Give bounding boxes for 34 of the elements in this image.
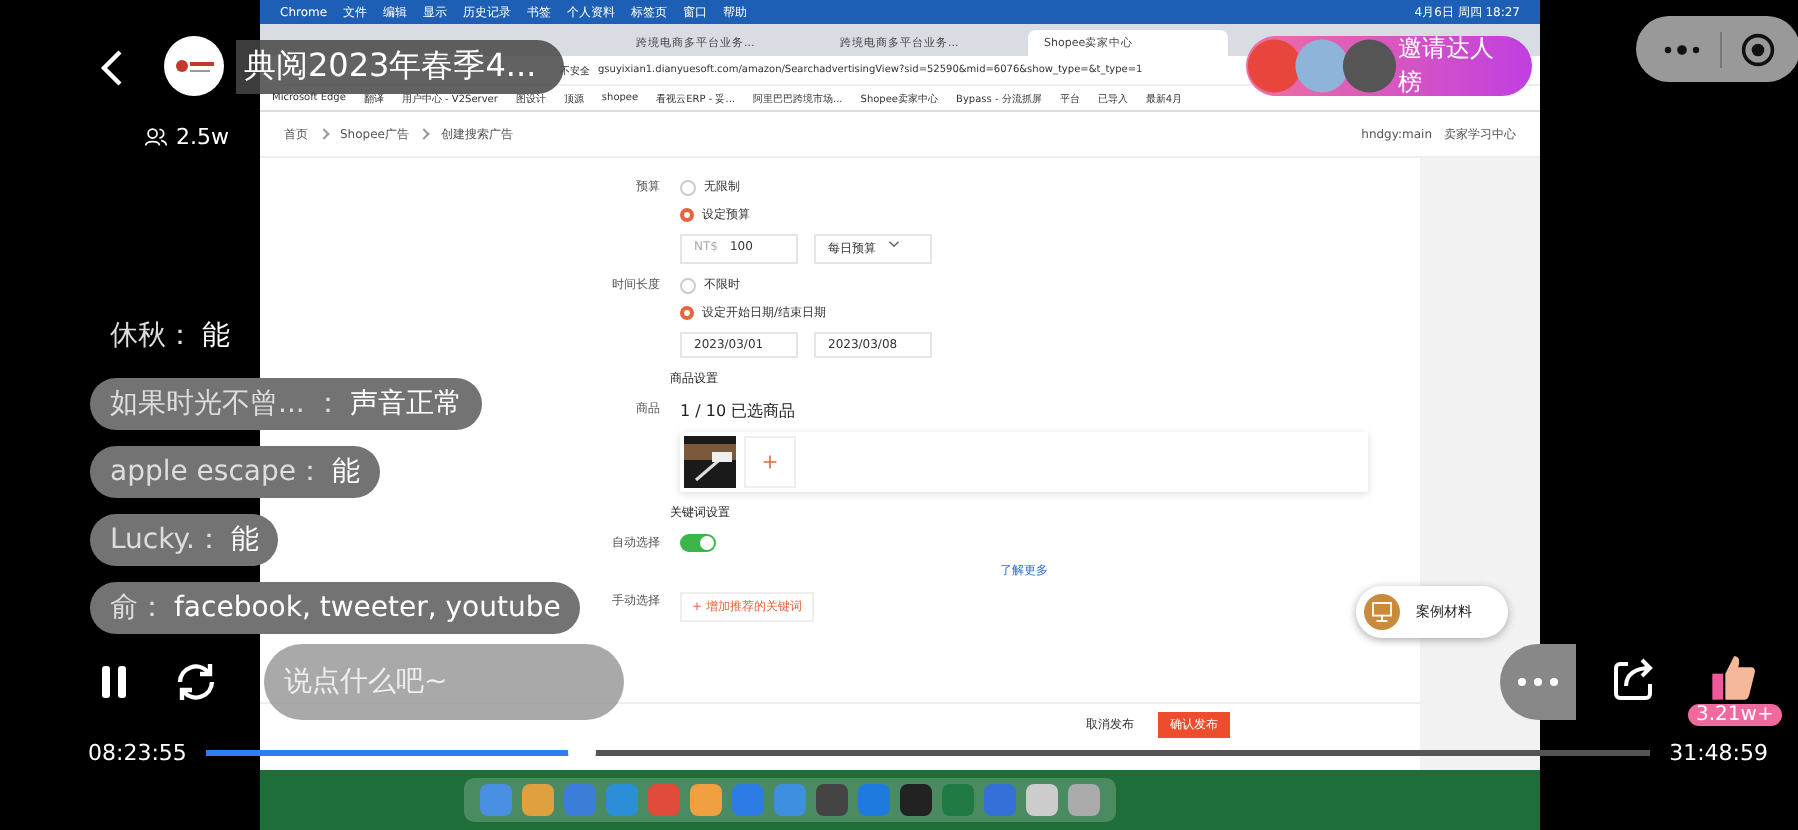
pause-icon[interactable] <box>100 664 128 700</box>
app-icon[interactable] <box>816 784 848 816</box>
viewer-count: 2.5w <box>176 124 229 150</box>
back-icon[interactable] <box>100 48 124 88</box>
chat-message: Lucky.： 能 <box>90 514 279 566</box>
dropdown-caret-icon <box>888 240 900 248</box>
close-icon[interactable] <box>1739 31 1775 67</box>
more-icon[interactable] <box>1661 43 1701 55</box>
refresh-icon[interactable] <box>172 658 220 706</box>
more-button[interactable] <box>1500 644 1576 720</box>
toggle-switch[interactable] <box>680 534 716 552</box>
chat-message: apple escape： 能 <box>90 446 380 498</box>
add-product-button[interactable] <box>744 436 796 488</box>
people-icon <box>144 126 168 148</box>
channel-avatar[interactable] <box>164 36 224 96</box>
chat-message: 俞： facebook, tweeter, youtube <box>90 582 581 634</box>
invite-banner[interactable]: 邀请达人榜 <box>1246 36 1532 96</box>
total-time: 31:48:59 <box>1669 740 1768 766</box>
plus-icon <box>762 454 778 470</box>
app-icon[interactable] <box>1068 784 1100 816</box>
app-icon[interactable] <box>522 784 554 816</box>
chat-message: 休秋： 能 <box>108 318 232 356</box>
share-icon[interactable] <box>1610 656 1658 704</box>
thumbs-up-icon[interactable] <box>1708 652 1761 704</box>
product-count: 1 / 10 已选商品 <box>680 400 796 422</box>
presentation-icon <box>1364 594 1400 630</box>
elapsed-time: 08:23:55 <box>88 740 187 766</box>
more-icon <box>1518 678 1558 686</box>
app-icon[interactable] <box>1026 784 1058 816</box>
app-icon[interactable] <box>690 784 722 816</box>
chat-message: 如果时光不曾... ： 声音正常 <box>90 378 482 430</box>
avatar-group-icon <box>1246 36 1398 96</box>
like-count: 3.21w+ <box>1688 704 1782 726</box>
app-icon[interactable] <box>900 784 932 816</box>
